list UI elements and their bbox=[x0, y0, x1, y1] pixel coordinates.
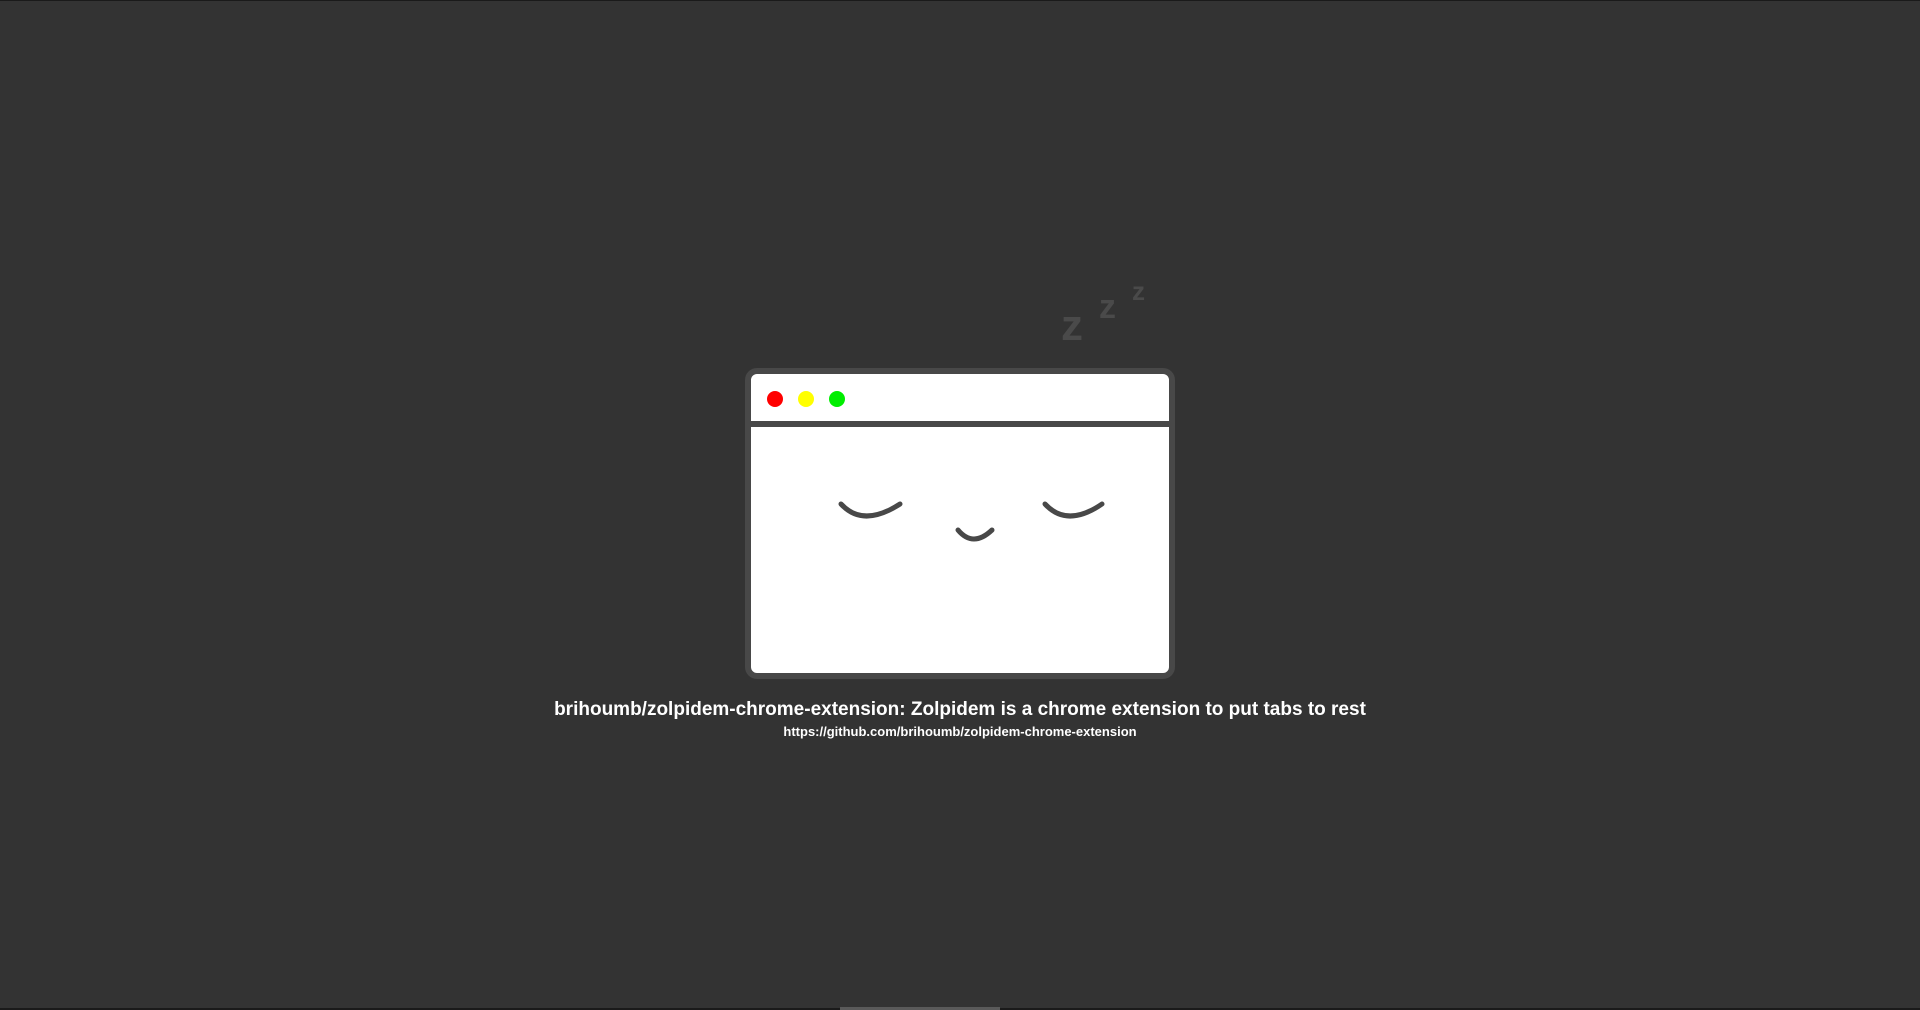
minimize-dot-icon bbox=[798, 391, 814, 407]
z-large: z bbox=[1061, 301, 1083, 350]
browser-toolbar-divider bbox=[748, 421, 1172, 427]
page-info: brihoumb/zolpidem-chrome-extension: Zolp… bbox=[0, 697, 1920, 741]
page-title: brihoumb/zolpidem-chrome-extension: Zolp… bbox=[554, 699, 1366, 720]
page-url-link[interactable]: https://github.com/brihoumb/zolpidem-chr… bbox=[783, 724, 1136, 740]
z-medium: z bbox=[1099, 288, 1116, 326]
z-small: z bbox=[1132, 276, 1145, 306]
close-dot-icon bbox=[767, 391, 783, 407]
maximize-dot-icon bbox=[829, 391, 845, 407]
browser-frame bbox=[745, 368, 1175, 679]
zzz-sleep-icon: z z z bbox=[1061, 276, 1145, 350]
top-border bbox=[0, 0, 1920, 1]
sleeping-browser-illustration bbox=[745, 368, 1175, 679]
